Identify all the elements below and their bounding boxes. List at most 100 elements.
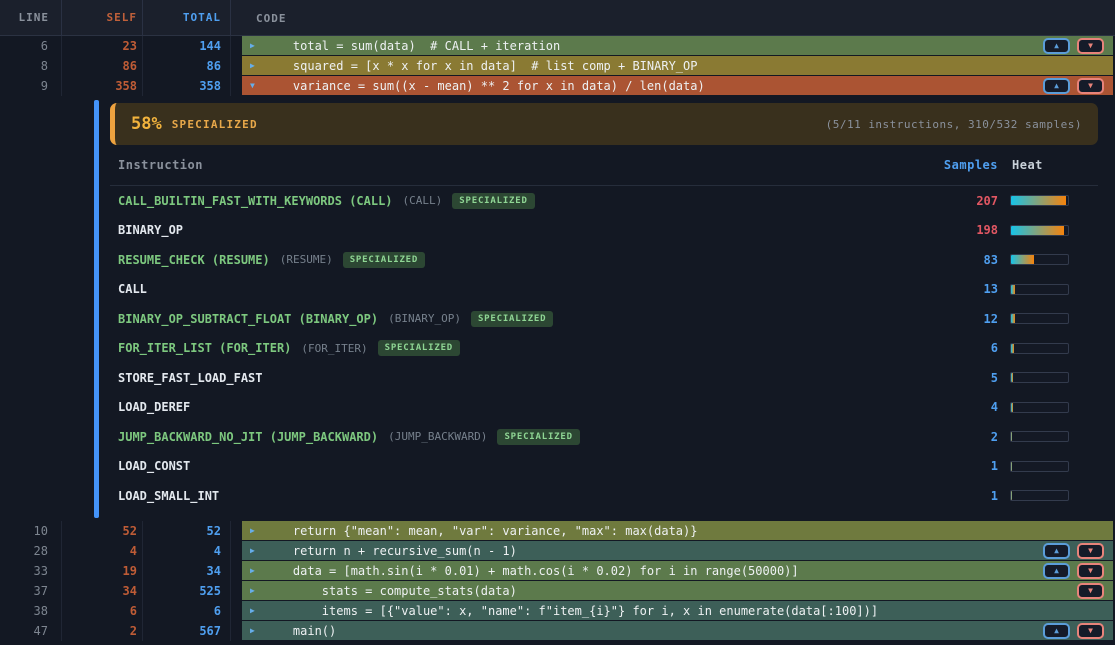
code-text: main() [264,624,1043,638]
code-line[interactable]: ▶ stats = compute_stats(data) ▼ [242,581,1113,600]
heat-bar [1010,461,1069,472]
instruction-alias: (BINARY_OP) [388,312,461,325]
move-up-button[interactable]: ▲ [1043,38,1070,54]
instruction-alias: (JUMP_BACKWARD) [388,430,487,443]
instruction-alias: (FOR_ITER) [301,342,367,355]
instruction-row: LOAD_SMALL_INT 1 [110,481,1098,511]
expand-arrow-icon[interactable]: ▶ [250,546,264,555]
code-line[interactable]: ▶ return {"mean": mean, "var": variance,… [242,521,1113,540]
code-row-line-28: 28 4 4 ▶ return n + recursive_sum(n - 1)… [0,541,1115,561]
row-buttons: ▲▼ [1043,563,1104,579]
line-number: 9 [0,76,62,96]
instruction-row: STORE_FAST_LOAD_FAST 5 [110,363,1098,393]
code-text: return {"mean": mean, "var": variance, "… [264,524,1104,538]
self-samples: 52 [62,521,143,541]
instruction-row: RESUME_CHECK (RESUME) (RESUME) SPECIALIZ… [110,245,1098,275]
line-number: 47 [0,621,62,641]
self-samples: 4 [62,541,143,561]
expand-arrow-icon[interactable]: ▶ [250,586,264,595]
self-samples: 358 [62,76,143,96]
specialized-badge: SPECIALIZED [497,429,579,445]
move-down-button[interactable]: ▼ [1077,563,1104,579]
column-header-line: LINE [0,0,62,36]
self-samples: 6 [62,601,143,621]
code-line[interactable]: ▶ return n + recursive_sum(n - 1) ▲▼ [242,541,1113,560]
line-number: 37 [0,581,62,601]
total-samples: 34 [143,561,231,581]
move-down-button[interactable]: ▼ [1077,38,1104,54]
code-row-line-33: 33 19 34 ▶ data = [math.sin(i * 0.01) + … [0,561,1115,581]
instruction-row: CALL_BUILTIN_FAST_WITH_KEYWORDS (CALL) (… [110,186,1098,216]
row-buttons: ▲▼ [1043,78,1104,94]
code-line[interactable]: ▶ main() ▲▼ [242,621,1113,640]
specialized-percent: 58% [131,114,162,134]
instruction-row: JUMP_BACKWARD_NO_JIT (JUMP_BACKWARD) (JU… [110,422,1098,452]
code-row-line-37: 37 34 525 ▶ stats = compute_stats(data) … [0,581,1115,601]
instruction-row: FOR_ITER_LIST (FOR_ITER) (FOR_ITER) SPEC… [110,334,1098,364]
samples-column-header: Samples [928,158,998,172]
heat-bar-fill [1011,432,1012,441]
instruction-name: CALL_BUILTIN_FAST_WITH_KEYWORDS (CALL) [118,194,393,208]
code-line[interactable]: ▶ data = [math.sin(i * 0.01) + math.cos(… [242,561,1113,580]
move-down-button[interactable]: ▼ [1077,78,1104,94]
total-samples: 52 [143,521,231,541]
move-down-button[interactable]: ▼ [1077,623,1104,639]
expand-arrow-icon[interactable]: ▼ [250,81,264,90]
heat-bar [1010,254,1069,265]
move-up-button[interactable]: ▲ [1043,563,1070,579]
table-header: LINE SELF TOTAL CODE [0,0,1115,36]
profiler-app: LINE SELF TOTAL CODE 6 23 144 ▶ total = … [0,0,1115,645]
row-buttons: ▲▼ [1043,623,1104,639]
code-row-line-6: 6 23 144 ▶ total = sum(data) # CALL + it… [0,36,1115,56]
code-line[interactable]: ▶ squared = [x * x for x in data] # list… [242,56,1113,75]
code-row-line-10: 10 52 52 ▶ return {"mean": mean, "var": … [0,521,1115,541]
instruction-samples: 5 [928,371,998,385]
instruction-name: LOAD_CONST [118,459,190,473]
heat-column-header: Heat [1010,158,1098,172]
column-header-total: TOTAL [143,0,231,36]
code-text: items = [{"value": x, "name": f"item_{i}… [264,604,1104,618]
expand-arrow-icon[interactable]: ▶ [250,566,264,575]
self-samples: 2 [62,621,143,641]
line-number: 6 [0,36,62,56]
instruction-samples: 4 [928,400,998,414]
line-number: 28 [0,541,62,561]
code-rows-top: 6 23 144 ▶ total = sum(data) # CALL + it… [0,36,1115,96]
move-up-button[interactable]: ▲ [1043,623,1070,639]
total-samples: 525 [143,581,231,601]
instruction-name: LOAD_SMALL_INT [118,489,219,503]
move-down-button[interactable]: ▼ [1077,543,1104,559]
line-number: 10 [0,521,62,541]
total-samples: 144 [143,36,231,56]
expand-arrow-icon[interactable]: ▶ [250,606,264,615]
expand-arrow-icon[interactable]: ▶ [250,61,264,70]
instruction-name: RESUME_CHECK (RESUME) [118,253,270,267]
instruction-samples: 83 [928,253,998,267]
specialized-summary: (5/11 instructions, 310/532 samples) [826,118,1082,131]
expand-arrow-icon[interactable]: ▶ [250,626,264,635]
instruction-name: FOR_ITER_LIST (FOR_ITER) [118,341,291,355]
instruction-name: JUMP_BACKWARD_NO_JIT (JUMP_BACKWARD) [118,430,378,444]
expand-arrow-icon[interactable]: ▶ [250,526,264,535]
line-number: 33 [0,561,62,581]
code-line[interactable]: ▶ total = sum(data) # CALL + iteration ▲… [242,36,1113,55]
instruction-row: CALL 13 [110,275,1098,305]
heat-bar-fill [1011,373,1013,382]
move-up-button[interactable]: ▲ [1043,543,1070,559]
heat-bar [1010,225,1069,236]
move-up-button[interactable]: ▲ [1043,78,1070,94]
expand-arrow-icon[interactable]: ▶ [250,41,264,50]
heat-bar [1010,431,1069,442]
total-samples: 4 [143,541,231,561]
expanded-row-indicator-bar [94,100,99,518]
move-down-button[interactable]: ▼ [1077,583,1104,599]
code-line[interactable]: ▶ items = [{"value": x, "name": f"item_{… [242,601,1113,620]
total-samples: 567 [143,621,231,641]
instruction-row: BINARY_OP 198 [110,216,1098,246]
self-samples: 23 [62,36,143,56]
instruction-row: LOAD_CONST 1 [110,452,1098,482]
instruction-row: LOAD_DEREF 4 [110,393,1098,423]
instruction-samples: 12 [928,312,998,326]
code-line[interactable]: ▼ variance = sum((x - mean) ** 2 for x i… [242,76,1113,95]
instruction-samples: 13 [928,282,998,296]
